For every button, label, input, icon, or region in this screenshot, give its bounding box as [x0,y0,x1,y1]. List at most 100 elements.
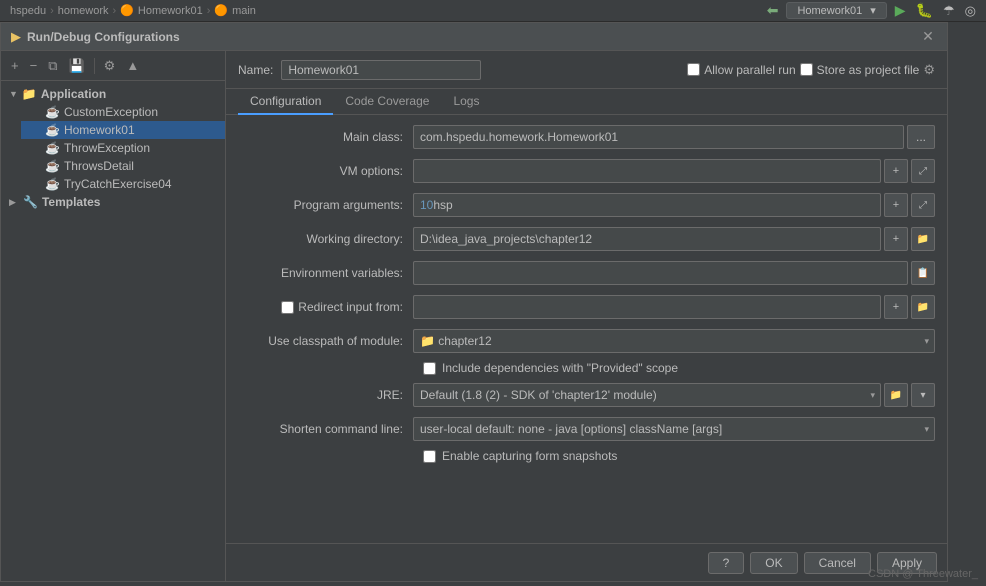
dialog-title-bar: ▶ Run/Debug Configurations ✕ [1,23,947,51]
main-class-row: Main class: ... [238,123,935,151]
redirect-checkbox[interactable] [281,301,294,314]
include-deps-row: Include dependencies with "Provided" sco… [423,361,935,375]
name-bar: Name: Allow parallel run Store as projec… [226,51,947,89]
capturing-row: Enable capturing form snapshots [423,449,935,463]
working-dir-expand-button[interactable]: + [884,227,908,251]
vm-options-external-button[interactable]: ⤢ [911,159,935,183]
tree-item-label-2: ThrowException [64,141,150,155]
name-label: Name: [238,63,273,77]
tree-item-label-4: TryCatchExercise04 [64,177,172,191]
include-deps-checkbox[interactable] [423,362,436,375]
settings-button[interactable]: ⚙ [100,56,120,76]
main-class-browse-button[interactable]: ... [907,125,935,149]
application-children: ☕ CustomException ☕ Homework01 ☕ ThrowEx… [1,103,225,193]
options-settings-icon[interactable]: ⚙ [923,62,935,78]
tab-code-coverage[interactable]: Code Coverage [333,89,441,115]
save-config-button[interactable]: 💾 [64,56,88,76]
classpath-select[interactable]: 📁 chapter12 [413,329,935,353]
classpath-select-wrapper: 📁 chapter12 ▾ [413,329,935,353]
jre-dropdown-button[interactable]: ▾ [911,383,935,407]
watermark: CSDN @ Threewater_ [868,568,978,580]
chevron-down-icon: ▾ [870,4,876,17]
debug-icon[interactable]: 🐛 [916,2,933,19]
program-args-row: Program arguments: 10 hsp + ⤢ [238,191,935,219]
working-dir-browse-button[interactable]: 📁 [911,227,935,251]
top-bar: hspedu › homework › 🟠 Homework01 › 🟠 mai… [0,0,986,22]
close-button[interactable]: ✕ [919,28,937,46]
help-button[interactable]: ? [708,552,745,574]
copy-config-button[interactable]: ⧉ [44,56,61,76]
move-up-button[interactable]: ▲ [122,56,143,75]
prog-args-external-button[interactable]: ⤢ [911,193,935,217]
left-toolbar: + − ⧉ 💾 ⚙ ▲ [1,51,225,81]
add-config-button[interactable]: + [7,56,23,75]
tree-item-homework01[interactable]: ☕ Homework01 [21,121,225,139]
vm-options-control: + ⤢ [413,159,935,183]
run-config-dropdown[interactable]: Homework01 ▾ [786,2,886,19]
dialog-title-icon: ▶ [11,29,21,45]
run-icon[interactable]: ▶ [895,2,906,19]
shorten-select-wrapper: user-local default: none - java [options… [413,417,935,441]
working-dir-input[interactable] [413,227,881,251]
prog-args-str: hsp [433,198,452,212]
tree-item-customexception[interactable]: ☕ CustomException [21,103,225,121]
tree-item-label-3: ThrowsDetail [64,159,134,173]
breadcrumb-homework01-icon: 🟠 [120,4,134,17]
cancel-button[interactable]: Cancel [804,552,871,574]
jre-select[interactable]: Default (1.8 (2) - SDK of 'chapter12' mo… [413,383,881,407]
breadcrumb-homework[interactable]: homework [58,5,109,17]
env-vars-row: Environment variables: 📋 [238,259,935,287]
capturing-checkbox[interactable] [423,450,436,463]
application-label: Application [41,87,106,101]
java-file-icon-3: ☕ [45,159,60,173]
env-vars-browse-button[interactable]: 📋 [911,261,935,285]
jre-browse-button[interactable]: 📁 [884,383,908,407]
prog-args-expand-button[interactable]: + [884,193,908,217]
back-arrow-icon[interactable]: ⬅ [767,2,779,19]
breadcrumb-main-icon: 🟠 [214,4,228,17]
env-vars-control: 📋 [413,261,935,285]
templates-expand-icon: ▶ [9,197,19,208]
templates-section[interactable]: ▶ 🔧 Templates [1,193,225,211]
application-icon: 📁 [22,87,37,101]
breadcrumb-hspedu[interactable]: hspedu [10,5,46,17]
name-input[interactable] [281,60,481,80]
env-vars-input[interactable] [413,261,908,285]
tab-configuration[interactable]: Configuration [238,89,333,115]
tree-item-throwsdetail[interactable]: ☕ ThrowsDetail [21,157,225,175]
run-debug-dialog: ▶ Run/Debug Configurations ✕ + − ⧉ 💾 ⚙ ▲… [0,22,948,582]
ok-button[interactable]: OK [750,552,797,574]
run-config-label: Homework01 [797,5,862,17]
program-args-display[interactable]: 10 hsp [413,193,881,217]
allow-parallel-checkbox[interactable] [687,63,700,76]
java-file-icon-1: ☕ [45,123,60,137]
redirect-browse-button[interactable]: 📁 [911,295,935,319]
java-file-icon-4: ☕ [45,177,60,191]
working-dir-control: + 📁 [413,227,935,251]
program-args-control: 10 hsp + ⤢ [413,193,935,217]
program-args-label: Program arguments: [238,198,413,212]
config-tabs: Configuration Code Coverage Logs [226,89,947,115]
redirect-expand-button[interactable]: + [884,295,908,319]
coverage-icon[interactable]: ☂ [943,3,955,19]
remove-config-button[interactable]: − [26,56,42,75]
prog-args-num: 10 [420,198,433,212]
profile-icon[interactable]: ◎ [965,3,976,19]
store-as-project-checkbox[interactable] [800,63,813,76]
application-section[interactable]: ▼ 📁 Application [1,85,225,103]
redirect-input[interactable] [413,295,881,319]
breadcrumb-main[interactable]: main [232,5,256,17]
shorten-cmd-select[interactable]: user-local default: none - java [options… [413,417,935,441]
breadcrumb-homework01[interactable]: Homework01 [138,5,203,17]
jre-select-wrapper: Default (1.8 (2) - SDK of 'chapter12' mo… [413,383,881,407]
tab-logs[interactable]: Logs [441,89,491,115]
left-panel: + − ⧉ 💾 ⚙ ▲ ▼ 📁 Application ☕ [1,51,226,581]
tree-item-throwexception[interactable]: ☕ ThrowException [21,139,225,157]
main-class-input[interactable] [413,125,904,149]
dialog-body: + − ⧉ 💾 ⚙ ▲ ▼ 📁 Application ☕ [1,51,947,581]
tree-item-trycatch[interactable]: ☕ TryCatchExercise04 [21,175,225,193]
main-class-control: ... [413,125,935,149]
vm-options-input[interactable] [413,159,881,183]
vm-options-expand-button[interactable]: + [884,159,908,183]
tree-item-label-1: Homework01 [64,123,135,137]
